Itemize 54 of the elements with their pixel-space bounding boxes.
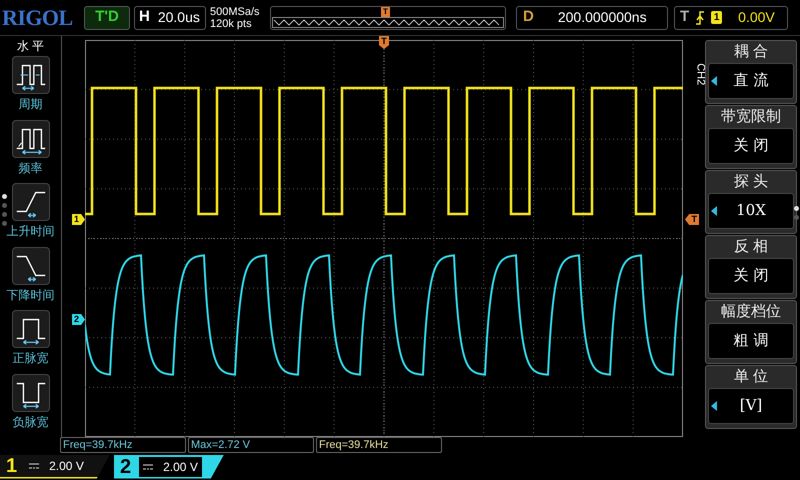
brand-logo: RIGOL xyxy=(2,4,74,32)
channel-label: CH2 xyxy=(693,63,708,86)
measure-label: 频率 xyxy=(18,160,42,176)
run-status-indicator: T'D xyxy=(84,6,130,30)
menu-item-title: 幅度档位 xyxy=(720,302,782,322)
channel-marker: 1 xyxy=(72,214,85,225)
menu-value-button[interactable]: 关 闭 xyxy=(708,258,794,294)
menu-item-title: 反 相 xyxy=(732,237,770,257)
menu-value-button[interactable]: 关 闭 xyxy=(708,128,794,164)
sample-rate: 500MSa/s xyxy=(210,6,261,18)
trigger-position-marker: T xyxy=(379,36,389,49)
memory-depth: 120k pts xyxy=(210,18,253,30)
dc-coupling-icon xyxy=(143,464,154,470)
measurement-readout: Max=2.72 V xyxy=(188,437,314,453)
channel-number: 1 xyxy=(6,454,18,478)
menu-item-title: 带宽限制 xyxy=(720,107,782,127)
measure-label: 周期 xyxy=(18,96,42,112)
menu-value-button[interactable]: 10X xyxy=(708,193,794,229)
measurement-readout: Freq=39.7kHz xyxy=(316,437,442,453)
menu-value-button[interactable]: [V] xyxy=(708,388,794,424)
measure-label: 正脉宽 xyxy=(12,350,48,366)
measure-button[interactable] xyxy=(12,120,50,158)
rising-edge-icon xyxy=(695,10,706,24)
channel-marker: 2 xyxy=(72,314,85,325)
trigger-level-marker: T xyxy=(685,214,699,225)
trigger-label: T xyxy=(680,7,690,28)
channel-number: 2 xyxy=(120,454,132,480)
menu-item-title: 探 头 xyxy=(732,172,770,192)
delay-value: 200.000000ns xyxy=(558,8,647,27)
delay-label: D xyxy=(523,7,534,28)
measure-button[interactable] xyxy=(12,56,50,94)
channel-scale: 2.00 V xyxy=(139,456,202,476)
measure-button[interactable] xyxy=(12,183,50,221)
dc-coupling-icon xyxy=(29,462,40,468)
channel-scale: 2.00 V xyxy=(25,456,88,476)
measurement-readout: Freq=39.7kHz xyxy=(60,437,186,453)
measure-label: 下降时间 xyxy=(6,286,54,302)
measure-button[interactable] xyxy=(12,246,50,284)
measure-label: 负脉宽 xyxy=(12,414,48,430)
timebase-value: 20.0us xyxy=(158,8,200,27)
menu-item-title: 单 位 xyxy=(732,367,770,387)
measure-label: 上升时间 xyxy=(6,223,54,239)
measure-button[interactable] xyxy=(12,310,50,348)
timebase-label: H xyxy=(139,7,150,28)
menu-value-button[interactable]: 粗 调 xyxy=(708,323,794,359)
trigger-level: 0.00V xyxy=(738,8,775,27)
menu-item-title: 耦 合 xyxy=(732,42,770,62)
channel-scale-panel[interactable]: 1 2.00 V xyxy=(0,454,110,478)
channel-scale-panel[interactable]: 2 2.00 V xyxy=(114,454,224,478)
menu-value-button[interactable]: 直 流 xyxy=(708,63,794,99)
trigger-position-marker: T xyxy=(381,6,390,16)
trigger-source: 1 xyxy=(711,11,722,24)
measure-button[interactable] xyxy=(12,374,50,412)
menu-title: 水 平 xyxy=(16,38,44,55)
